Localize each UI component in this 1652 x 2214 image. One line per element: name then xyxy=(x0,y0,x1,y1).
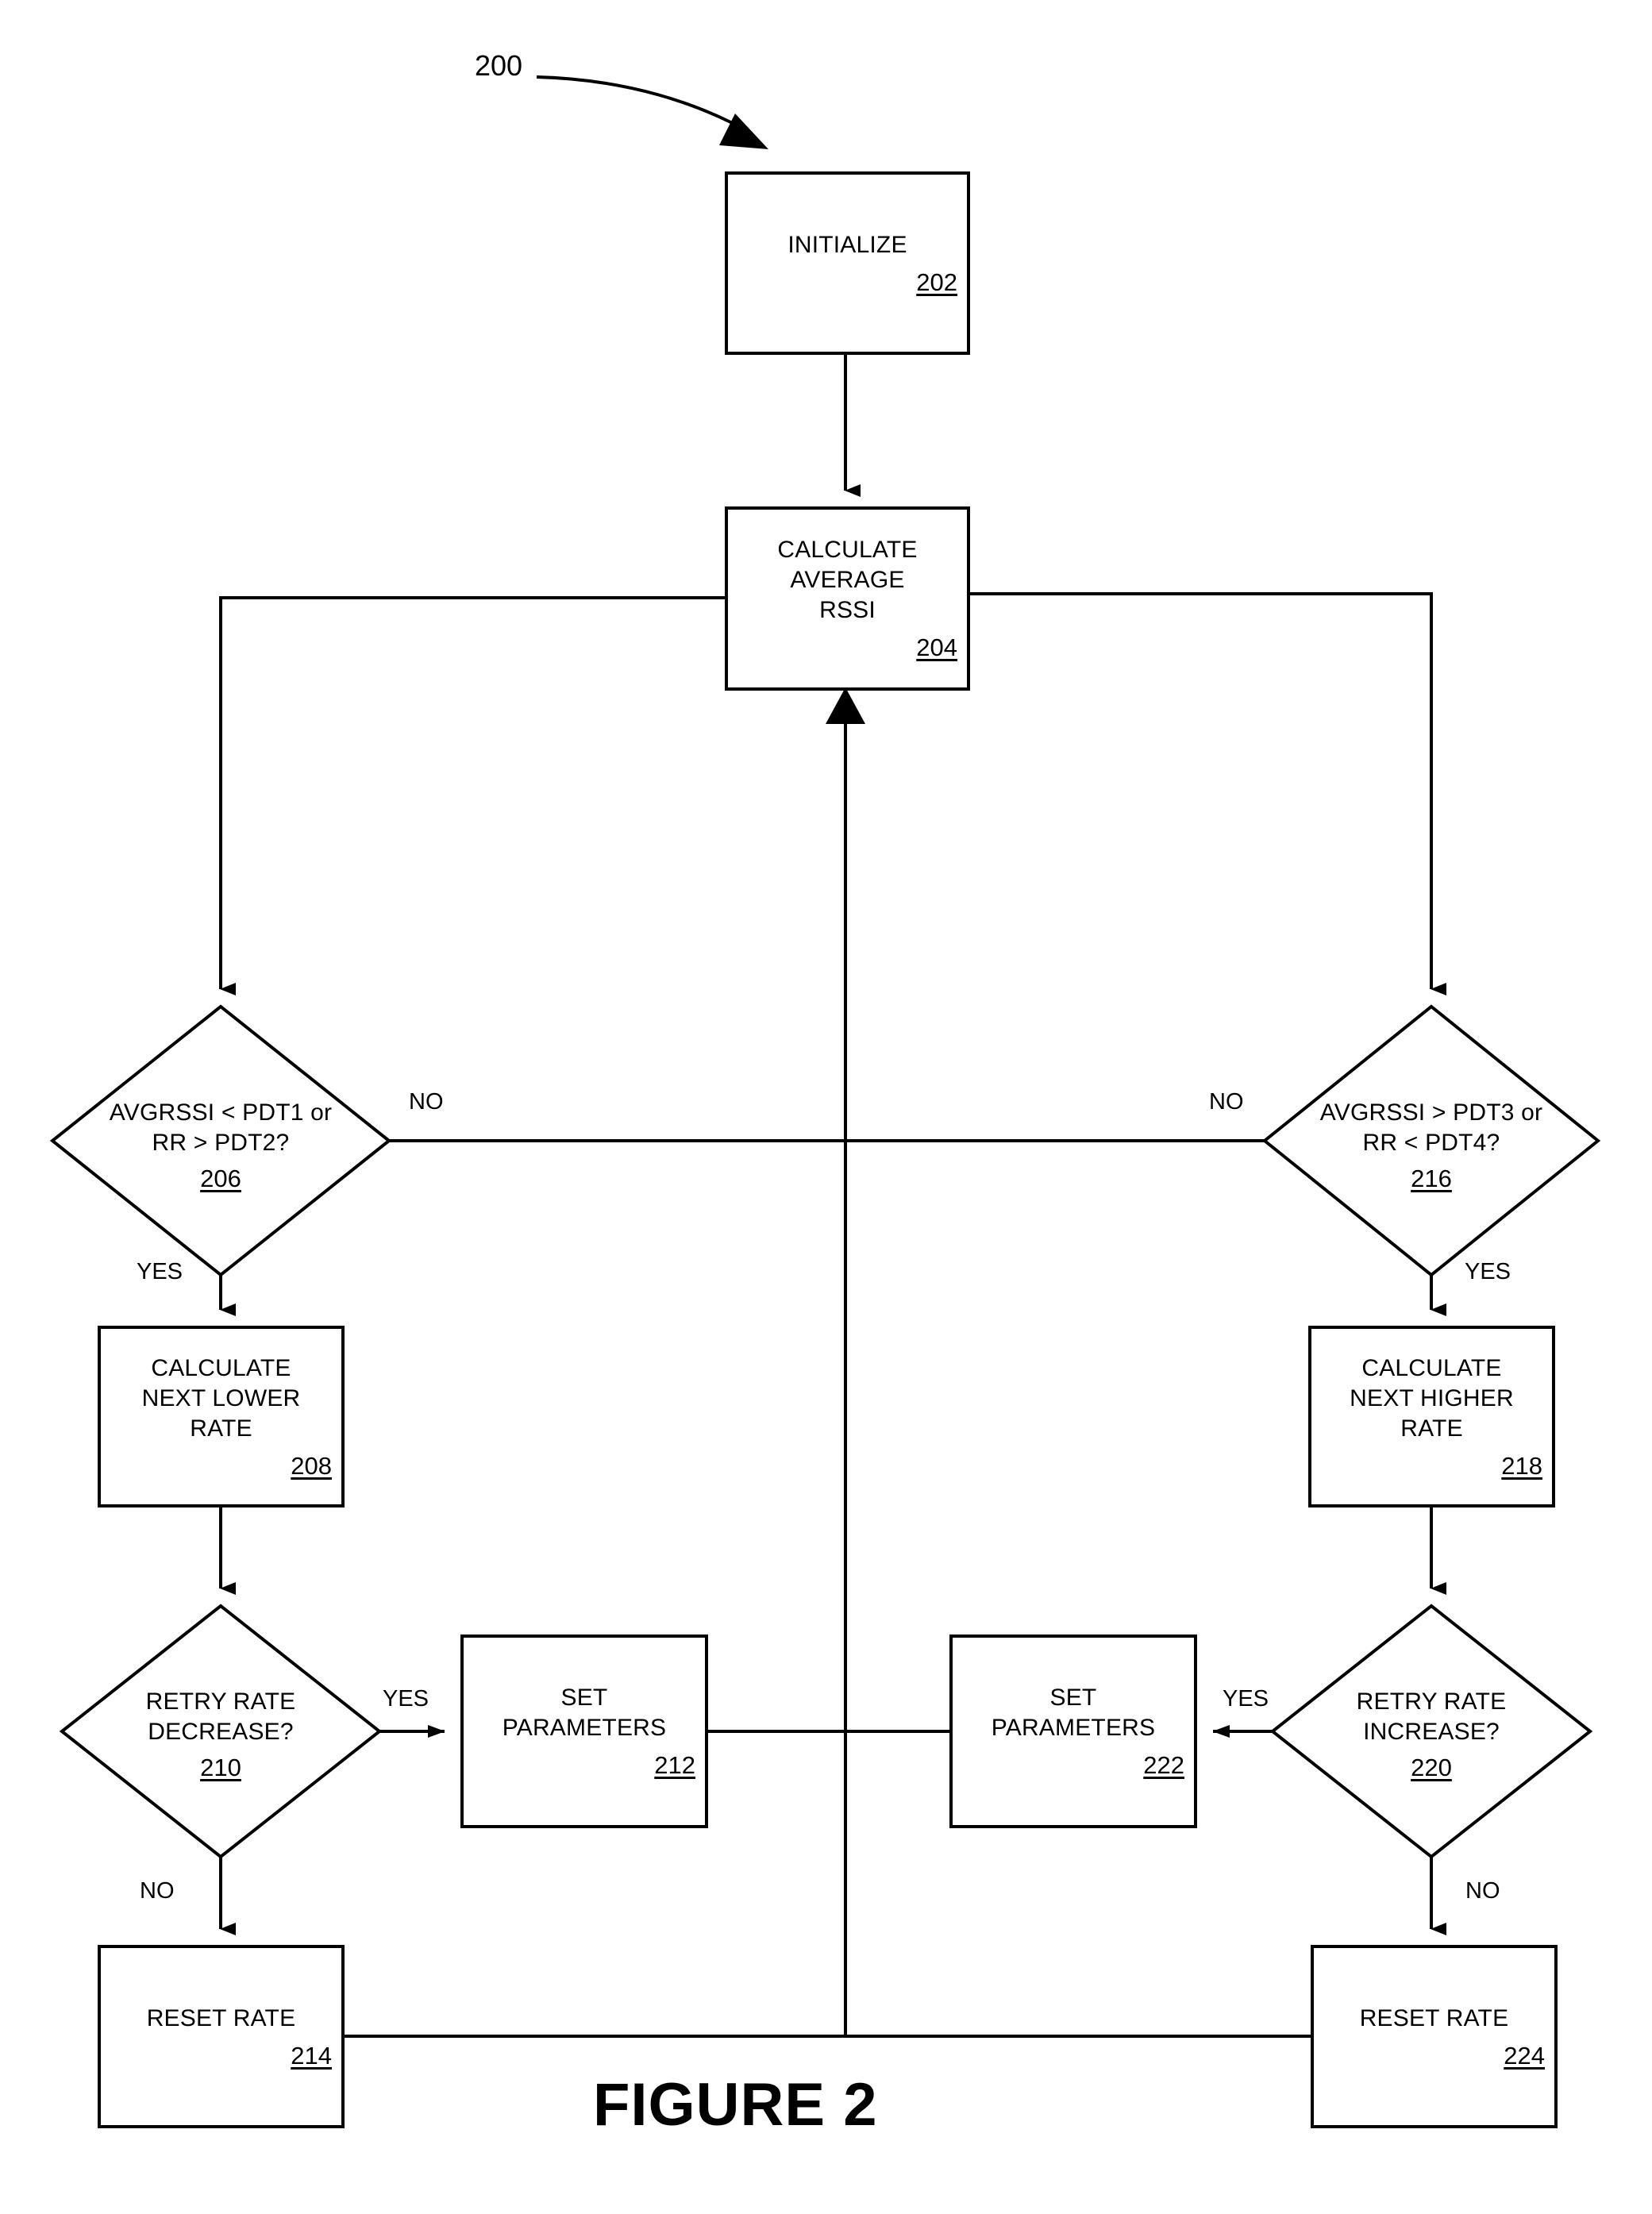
initialize-box xyxy=(725,171,970,355)
calculate-next-higher-rate-box xyxy=(1308,1326,1555,1507)
connector-204-to-216 xyxy=(968,592,1446,995)
reset-rate-left-box xyxy=(98,1945,345,2128)
edge-label-no-206: NO xyxy=(409,1089,444,1115)
edge-label-no-216: NO xyxy=(1209,1089,1244,1115)
reset-rate-right-box xyxy=(1311,1945,1558,2128)
calculate-next-lower-rate-box xyxy=(98,1326,345,1507)
figure-caption: FIGURE 2 xyxy=(593,2071,878,2139)
flow-reference-arrow xyxy=(536,75,768,149)
connector-204-to-206 xyxy=(219,596,726,995)
set-parameters-right-box xyxy=(949,1635,1197,1828)
patent-figure-2: 200 INITIALIZE 202 CALCULATE AVERAGE RSS… xyxy=(0,0,1652,2214)
set-parameters-left-box xyxy=(460,1635,708,1828)
flow-reference-200: 200 xyxy=(475,49,523,82)
edge-label-yes-206: YES xyxy=(137,1259,183,1284)
calculate-average-rssi-box xyxy=(725,506,970,691)
edge-label-yes-220: YES xyxy=(1223,1686,1269,1712)
retry-rate-decrease-test-diamond xyxy=(59,1604,383,1859)
edge-label-yes-216: YES xyxy=(1465,1259,1511,1284)
retry-rate-increase-test-diamond xyxy=(1269,1604,1593,1859)
avgrssi-higher-test-diamond xyxy=(1261,1004,1601,1277)
feedback-arrowhead-icon xyxy=(826,687,865,724)
avgrssi-lower-test-diamond xyxy=(49,1004,392,1277)
edge-label-no-220: NO xyxy=(1465,1878,1500,1904)
flowchart-canvas xyxy=(49,75,1601,2128)
edge-label-yes-210: YES xyxy=(383,1686,429,1712)
edge-label-no-210: NO xyxy=(140,1878,175,1904)
